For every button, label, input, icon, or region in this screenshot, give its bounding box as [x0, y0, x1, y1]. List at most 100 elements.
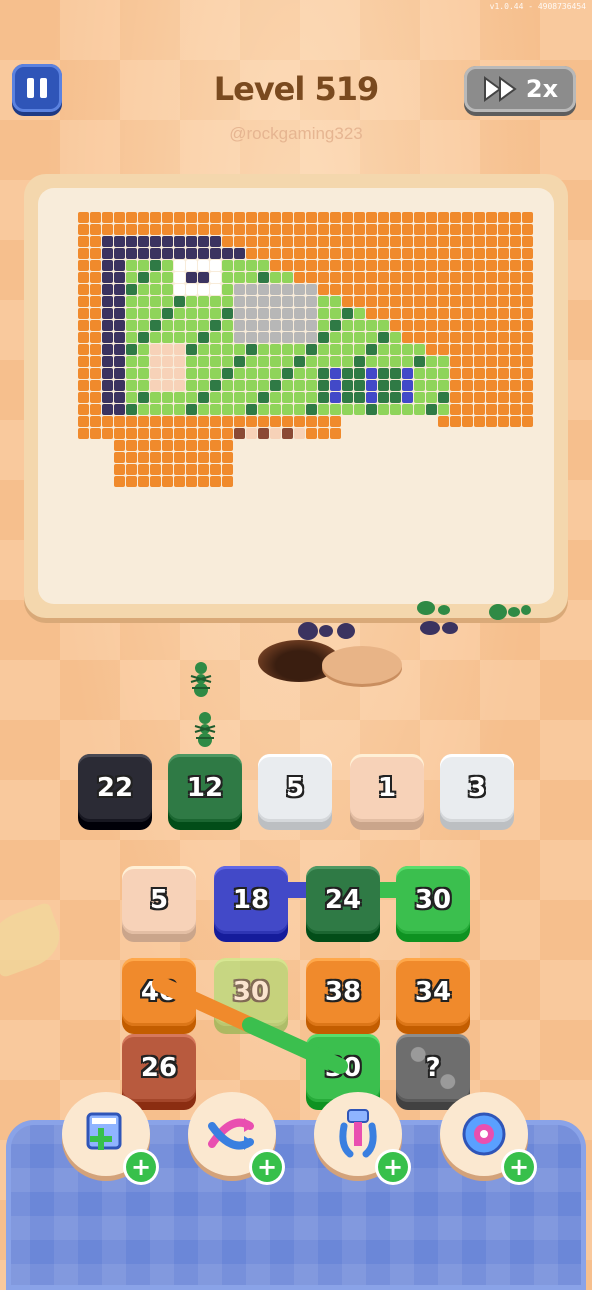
- mosaic-pixel: [210, 392, 221, 403]
- mosaic-pixel: [270, 260, 281, 271]
- mosaic-pixel: [270, 344, 281, 355]
- mosaic-pixel: [426, 272, 437, 283]
- mosaic-pixel: [474, 236, 485, 247]
- mosaic-pixel: [462, 296, 473, 307]
- add-booster-icon[interactable]: +: [378, 1152, 408, 1182]
- mosaic-pixel: [210, 428, 221, 439]
- mosaic-pixel: [234, 392, 245, 403]
- mosaic-pixel: [162, 380, 173, 391]
- mosaic-pixel: [282, 260, 293, 271]
- mosaic-pixel: [354, 380, 365, 391]
- mystery-tile[interactable]: ?: [396, 1034, 470, 1102]
- mosaic-pixel: [462, 260, 473, 271]
- mosaic-pixel: [510, 236, 521, 247]
- mosaic-pixel: [366, 320, 377, 331]
- mosaic-pixel: [450, 380, 461, 391]
- mosaic-pixel: [234, 404, 245, 415]
- mosaic-pixel: [390, 296, 401, 307]
- mosaic-pixel: [294, 392, 305, 403]
- mosaic-pixel: [114, 356, 125, 367]
- mosaic-pixel: [246, 428, 257, 439]
- pixel-mosaic: [78, 212, 533, 487]
- mosaic-pixel: [450, 248, 461, 259]
- mosaic-pixel: [498, 260, 509, 271]
- mosaic-pixel: [486, 320, 497, 331]
- mosaic-pixel: [150, 248, 161, 259]
- mosaic-pixel: [186, 260, 197, 271]
- mosaic-pixel: [258, 296, 269, 307]
- queue-slot[interactable]: 3: [440, 754, 514, 822]
- mosaic-pixel: [378, 284, 389, 295]
- booster-add-slot-button[interactable]: +: [62, 1092, 156, 1182]
- mosaic-pixel: [282, 368, 293, 379]
- mosaic-pixel: [222, 356, 233, 367]
- grid-tile[interactable]: 30: [396, 866, 470, 934]
- mosaic-pixel: [330, 272, 341, 283]
- mosaic-pixel: [114, 452, 125, 463]
- mosaic-pixel: [198, 212, 209, 223]
- mosaic-pixel: [78, 224, 89, 235]
- mosaic-pixel: [78, 344, 89, 355]
- mosaic-pixel: [258, 332, 269, 343]
- mosaic-pixel: [186, 224, 197, 235]
- queue-slot[interactable]: 12: [168, 754, 242, 822]
- booster-claw-button[interactable]: +: [314, 1092, 408, 1182]
- mosaic-pixel: [138, 320, 149, 331]
- mosaic-pixel: [354, 344, 365, 355]
- mosaic-pixel: [114, 392, 125, 403]
- shuffle-arrows-icon: [208, 1118, 254, 1150]
- mosaic-pixel: [306, 224, 317, 235]
- mosaic-pixel: [450, 320, 461, 331]
- mosaic-pixel: [414, 392, 425, 403]
- mosaic-pixel: [174, 332, 185, 343]
- add-booster-icon[interactable]: +: [126, 1152, 156, 1182]
- mosaic-pixel: [450, 368, 461, 379]
- mosaic-pixel: [306, 308, 317, 319]
- mosaic-pixel: [294, 212, 305, 223]
- mosaic-pixel: [294, 272, 305, 283]
- add-booster-icon[interactable]: +: [252, 1152, 282, 1182]
- mosaic-pixel: [222, 368, 233, 379]
- booster-magnet-button[interactable]: +: [440, 1092, 534, 1182]
- queue-slot[interactable]: 22: [78, 754, 152, 822]
- mosaic-pixel: [210, 464, 221, 475]
- speed-toggle-button[interactable]: 2x: [464, 66, 576, 112]
- grid-tile[interactable]: 24: [306, 866, 380, 934]
- mosaic-pixel: [366, 332, 377, 343]
- mosaic-pixel: [474, 368, 485, 379]
- mosaic-pixel: [318, 212, 329, 223]
- mosaic-pixel: [414, 236, 425, 247]
- mosaic-pixel: [114, 308, 125, 319]
- mosaic-pixel: [174, 248, 185, 259]
- mosaic-pixel: [438, 308, 449, 319]
- mosaic-pixel: [462, 392, 473, 403]
- mosaic-pixel: [150, 392, 161, 403]
- mosaic-pixel: [282, 320, 293, 331]
- mosaic-pixel: [366, 272, 377, 283]
- add-booster-icon[interactable]: +: [504, 1152, 534, 1182]
- mosaic-pixel: [522, 380, 533, 391]
- mosaic-pixel: [162, 320, 173, 331]
- mosaic-pixel: [150, 356, 161, 367]
- mosaic-pixel: [210, 356, 221, 367]
- mosaic-pixel: [222, 392, 233, 403]
- mosaic-pixel: [294, 320, 305, 331]
- grid-tile[interactable]: 34: [396, 958, 470, 1026]
- mosaic-pixel: [162, 392, 173, 403]
- queue-slot[interactable]: 1: [350, 754, 424, 822]
- grid-tile[interactable]: 18: [214, 866, 288, 934]
- queue-slot[interactable]: 5: [258, 754, 332, 822]
- mosaic-pixel: [438, 344, 449, 355]
- booster-shuffle-button[interactable]: +: [188, 1092, 282, 1182]
- mosaic-pixel: [102, 212, 113, 223]
- mosaic-pixel: [90, 284, 101, 295]
- mosaic-pixel: [210, 296, 221, 307]
- mosaic-pixel: [126, 248, 137, 259]
- mosaic-pixel: [354, 308, 365, 319]
- grid-tile[interactable]: 5: [122, 866, 196, 934]
- mosaic-pixel: [438, 296, 449, 307]
- mosaic-pixel: [198, 428, 209, 439]
- mosaic-pixel: [282, 296, 293, 307]
- mosaic-pixel: [438, 404, 449, 415]
- mosaic-pixel: [210, 260, 221, 271]
